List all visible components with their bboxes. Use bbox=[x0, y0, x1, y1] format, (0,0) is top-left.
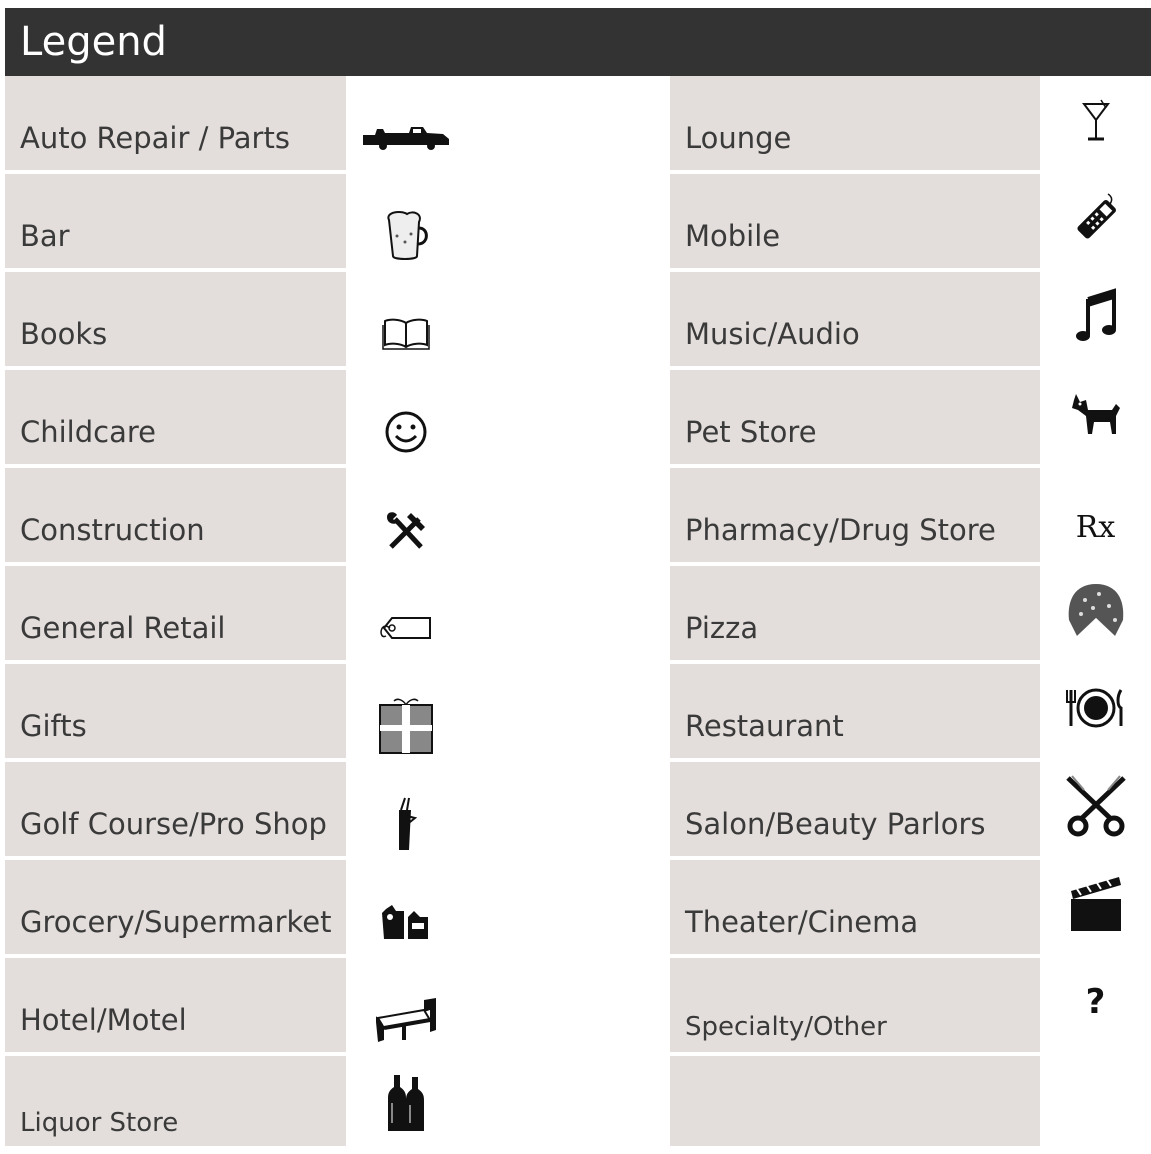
gift-box-icon bbox=[346, 664, 466, 760]
beer-mug-icon bbox=[346, 174, 466, 270]
bottles-icon bbox=[346, 1056, 466, 1152]
legend-row: Childcare Pet Store bbox=[0, 370, 1151, 468]
music-note-icon bbox=[1040, 272, 1151, 368]
rx-icon: Rx bbox=[1040, 468, 1151, 564]
legend-row: Golf Course/Pro Shop Salon/Beauty Parlor… bbox=[0, 762, 1151, 860]
hammer-wrench-icon bbox=[346, 468, 466, 564]
legend-label: Bar bbox=[5, 174, 346, 270]
legend-empty-cell bbox=[670, 1056, 1040, 1146]
car-icon bbox=[346, 76, 466, 172]
pizza-icon bbox=[1040, 566, 1151, 662]
legend-label: Liquor Store bbox=[5, 1056, 346, 1146]
legend-row: Grocery/Supermarket Theater/Cinema bbox=[0, 860, 1151, 958]
legend-row: Construction Pharmacy/Drug Store Rx bbox=[0, 468, 1151, 566]
legend-title: Legend bbox=[20, 19, 167, 65]
legend-label: Specialty/Other bbox=[670, 958, 1040, 1054]
legend-label: Mobile bbox=[670, 174, 1040, 270]
legend-label: General Retail bbox=[5, 566, 346, 662]
question-glyph: ? bbox=[1085, 982, 1106, 1022]
legend-label: Childcare bbox=[5, 370, 346, 466]
legend-label: Books bbox=[5, 272, 346, 368]
dog-icon bbox=[1040, 370, 1151, 466]
legend-label: Music/Audio bbox=[670, 272, 1040, 368]
cocktail-glass-icon bbox=[1040, 76, 1151, 172]
legend-label: Golf Course/Pro Shop bbox=[5, 762, 346, 858]
legend-row: Books Music/Audio bbox=[0, 272, 1151, 370]
cell-phone-icon bbox=[1040, 174, 1151, 270]
legend-row: Auto Repair / Parts Lounge bbox=[0, 76, 1151, 174]
grocery-bags-icon bbox=[346, 860, 466, 956]
legend-label: Restaurant bbox=[670, 664, 1040, 760]
legend-title-bar: Legend bbox=[5, 8, 1151, 76]
legend-label: Pharmacy/Drug Store bbox=[670, 468, 1040, 564]
legend-row: Liquor Store bbox=[0, 1056, 1151, 1154]
question-mark-icon: ? bbox=[1040, 958, 1151, 1054]
legend-label: Gifts bbox=[5, 664, 346, 760]
legend-label: Pet Store bbox=[670, 370, 1040, 466]
legend-label: Salon/Beauty Parlors bbox=[670, 762, 1040, 858]
bed-icon bbox=[346, 958, 466, 1054]
legend-label: Construction bbox=[5, 468, 346, 564]
smiley-face-icon bbox=[346, 370, 466, 466]
rx-glyph: Rx bbox=[1075, 509, 1116, 545]
open-book-icon bbox=[346, 272, 466, 368]
legend-label: Theater/Cinema bbox=[670, 860, 1040, 956]
scissors-icon bbox=[1040, 762, 1151, 858]
legend-row: General Retail Pizza bbox=[0, 566, 1151, 664]
legend-label: Auto Repair / Parts bbox=[5, 76, 346, 172]
clapperboard-icon bbox=[1040, 860, 1151, 956]
legend-row: Gifts Restaurant bbox=[0, 664, 1151, 762]
price-tag-icon bbox=[346, 566, 466, 662]
legend-row: Hotel/Motel Specialty/Other ? bbox=[0, 958, 1151, 1056]
legend-label: Grocery/Supermarket bbox=[5, 860, 346, 956]
legend-label: Lounge bbox=[670, 76, 1040, 172]
legend-row: Bar Mobile bbox=[0, 174, 1151, 272]
plate-fork-knife-icon bbox=[1040, 664, 1151, 760]
golf-bag-icon bbox=[346, 762, 466, 858]
legend-label: Hotel/Motel bbox=[5, 958, 346, 1054]
legend-label: Pizza bbox=[670, 566, 1040, 662]
